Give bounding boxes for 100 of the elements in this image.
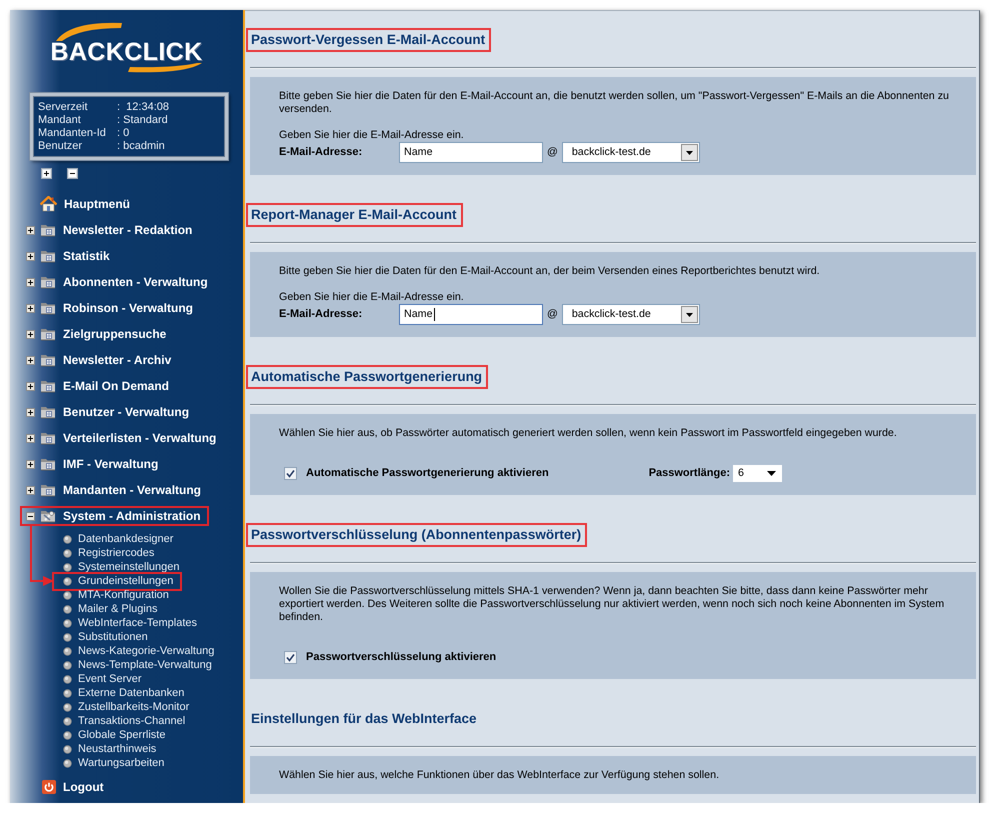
menu-item[interactable]: Statistik — [40, 248, 110, 264]
email-name-field[interactable]: Name — [399, 304, 543, 325]
expand-icon[interactable] — [26, 460, 35, 468]
menu-item[interactable]: Abonnenten - Verwaltung — [40, 274, 208, 290]
expand-icon[interactable] — [26, 278, 35, 286]
folder-icon — [40, 301, 56, 315]
info-value: : 12:34:08 — [117, 101, 170, 114]
section-heading: Einstellungen für das WebInterface — [251, 711, 477, 727]
section-description: Wählen Sie hier aus, ob Passwörter automatisch generiert werden sollen, wenn kein Passwort im Passwortfeld eingegeben wurde. — [279, 427, 898, 440]
menu-item[interactable]: Zielgruppensuche — [40, 326, 166, 342]
hint-text: Geben Sie hier die E-Mail-Adresse ein. — [279, 129, 465, 142]
expand-icon[interactable] — [26, 434, 35, 442]
menu-item[interactable]: Newsletter - Redaktion — [40, 222, 192, 238]
folder-icon — [40, 457, 56, 471]
bullet-icon — [63, 716, 72, 726]
expand-icon[interactable] — [26, 408, 35, 416]
submenu-item[interactable]: News-Template-Verwaltung — [63, 658, 212, 672]
menu-item[interactable]: E-Mail On Demand — [40, 378, 170, 394]
expand-icon[interactable] — [26, 356, 35, 364]
text-cursor-icon — [434, 308, 435, 321]
bullet-icon — [63, 702, 72, 712]
field-label: E-Mail-Adresse: — [279, 146, 364, 159]
submenu-item[interactable]: Datenbankdesigner — [63, 532, 174, 546]
submenu-item[interactable]: Globale Sperrliste — [63, 728, 166, 742]
menu-item[interactable]: IMF - Verwaltung — [40, 456, 158, 472]
checkbox[interactable] — [284, 650, 297, 664]
expand-icon[interactable] — [26, 252, 35, 260]
bullet-icon — [63, 646, 72, 656]
info-label: Mandant — [38, 114, 82, 127]
at-sign: @ — [547, 146, 558, 159]
menu-item[interactable]: System - Administration — [40, 508, 201, 524]
bullet-icon — [63, 534, 72, 544]
submenu-item[interactable]: Transaktions-Channel — [63, 714, 186, 728]
submenu-item[interactable]: Zustellbarkeits-Monitor — [63, 700, 190, 714]
logout-link[interactable]: Logout — [42, 779, 104, 795]
home-icon — [40, 196, 57, 212]
info-value: : 0 — [117, 127, 130, 140]
menu-item[interactable]: Hauptmenü — [40, 196, 130, 212]
caret-down-icon — [767, 470, 776, 476]
tools-folder-icon — [40, 509, 56, 523]
folder-icon — [40, 431, 56, 445]
submenu-item[interactable]: Registriercodes — [63, 546, 154, 560]
submenu-item[interactable]: WebInterface-Templates — [63, 616, 198, 630]
expand-icon[interactable] — [26, 330, 35, 338]
submenu-item[interactable]: MTA-Konfiguration — [63, 588, 169, 602]
expand-icon[interactable] — [26, 226, 35, 234]
submenu-item[interactable]: Neustarthinweis — [63, 742, 156, 756]
hint-text: Geben Sie hier die E-Mail-Adresse ein. — [279, 291, 465, 304]
field-label: E-Mail-Adresse: — [279, 308, 364, 321]
bullet-icon — [63, 576, 72, 586]
submenu-item[interactable]: Event Server — [63, 672, 142, 686]
bullet-icon — [63, 618, 72, 628]
submenu-item[interactable]: Substitutionen — [63, 630, 148, 644]
expand-icon[interactable] — [26, 382, 35, 390]
section-description: Wollen Sie die Passwortverschlüsselung mittels SHA-1 verwenden? Wenn ja, dann beachten Sie bitte, dass dann keine Passwörter mehr exportiert werden. Des Weiteren sollte die Passwortverschlüsselung nur aktiviert werden, wenn noch sich noch keine Abonnenten im System befinden. — [279, 585, 946, 624]
logo-text: BACKCLICK — [50, 42, 203, 62]
checkbox-label[interactable]: Passwortverschlüsselung aktivieren — [306, 650, 496, 664]
section-description: Wählen Sie hier aus, welche Funktionen über das WebInterface zur Verfügung stehen sollen. — [279, 769, 720, 782]
bullet-icon — [63, 562, 72, 572]
email-name-field[interactable]: Name — [399, 142, 543, 163]
bullet-icon — [63, 744, 72, 754]
menu-item[interactable]: Benutzer - Verwaltung — [40, 404, 190, 420]
logo-swoosh-arc — [56, 22, 122, 41]
field-label: Passwortlänge: — [648, 466, 730, 480]
expand-icon[interactable] — [26, 486, 35, 494]
domain-dropdown[interactable]: backclick-test.de — [562, 304, 700, 325]
menu-item[interactable]: Verteilerlisten - Verwaltung — [40, 430, 216, 446]
section-description: Bitte geben Sie hier die Daten für den E-Mail-Account an, die benutzt werden sollen, um "Passwort-Vergessen" E-Mails an die Abonnenten zu versenden. — [279, 90, 950, 116]
folder-icon — [40, 249, 56, 263]
submenu-item[interactable]: Wartungsarbeiten — [63, 756, 164, 770]
section-heading: Passwortverschlüsselung (Abonnentenpasswörter) — [251, 527, 582, 543]
folder-icon — [40, 327, 56, 341]
submenu-item[interactable]: Grundeinstellungen — [63, 574, 174, 588]
caret-down-icon — [680, 306, 698, 323]
folder-icon — [40, 223, 56, 237]
bullet-icon — [63, 548, 72, 558]
bullet-icon — [63, 604, 72, 614]
menu-item[interactable]: Newsletter - Archiv — [40, 352, 172, 368]
info-value: : bcadmin — [117, 140, 166, 153]
menu-item[interactable]: Mandanten - Verwaltung — [40, 482, 202, 498]
menu-item[interactable]: Robinson - Verwaltung — [40, 300, 194, 316]
checkbox[interactable] — [284, 466, 297, 480]
collapse-icon[interactable] — [26, 512, 35, 520]
info-label: Mandanten-Id — [38, 127, 107, 140]
length-dropdown[interactable]: 6 — [733, 464, 782, 482]
bullet-icon — [63, 730, 72, 740]
submenu-item[interactable]: Externe Datenbanken — [63, 686, 184, 700]
checkbox-label[interactable]: Automatische Passwortgenerierung aktivieren — [306, 466, 549, 480]
submenu-item[interactable]: News-Kategorie-Verwaltung — [63, 644, 214, 658]
submenu-item[interactable]: Mailer & Plugins — [63, 602, 158, 616]
expand-icon[interactable] — [26, 304, 35, 312]
section-heading: Report-Manager E-Mail-Account — [251, 207, 457, 223]
folder-icon — [40, 379, 56, 393]
power-icon — [42, 780, 56, 794]
expand-all-icon[interactable] — [41, 168, 52, 179]
collapse-all-icon[interactable] — [67, 168, 78, 179]
domain-dropdown[interactable]: backclick-test.de — [562, 142, 700, 163]
submenu-item[interactable]: Systemeinstellungen — [63, 560, 180, 574]
info-label: Benutzer — [38, 140, 84, 153]
caret-down-icon — [680, 144, 698, 161]
